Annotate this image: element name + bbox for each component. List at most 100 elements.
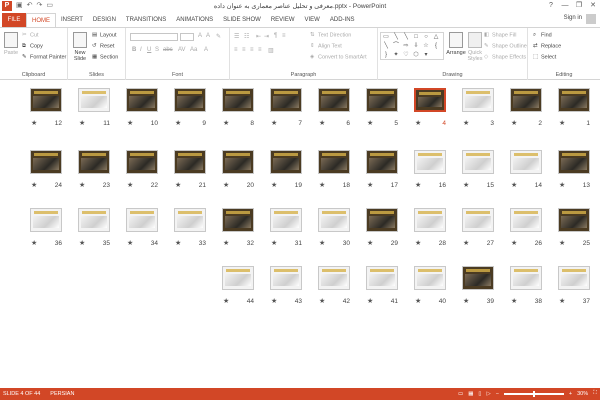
- shape-curve-icon[interactable]: ⌒: [391, 42, 401, 51]
- columns-icon[interactable]: ▥: [268, 47, 274, 54]
- new-slide-button[interactable]: New Slide: [71, 32, 89, 62]
- shape-triangle-icon[interactable]: △: [431, 33, 441, 42]
- slide-thumbnail[interactable]: [462, 88, 494, 112]
- tab-insert[interactable]: INSERT: [56, 13, 88, 27]
- slide-transition-icon[interactable]: ★: [127, 119, 133, 127]
- shape-outline-button[interactable]: ✎ Shape Outline: [484, 43, 527, 49]
- slide-transition-icon[interactable]: ★: [367, 119, 373, 127]
- align-text-button[interactable]: ⇕ Align Text: [310, 43, 342, 49]
- cut-button[interactable]: ✂ Cut: [22, 32, 39, 38]
- slide-transition-icon[interactable]: ★: [223, 297, 229, 305]
- reading-view-icon[interactable]: ▯: [478, 391, 481, 397]
- align-left-icon[interactable]: ≡: [234, 47, 238, 53]
- tab-design[interactable]: DESIGN: [88, 13, 121, 27]
- align-center-icon[interactable]: ≡: [242, 47, 246, 53]
- slide-transition-icon[interactable]: ★: [271, 181, 277, 189]
- slide-thumbnail[interactable]: [78, 208, 110, 232]
- normal-view-icon[interactable]: ▭: [458, 391, 463, 397]
- slide-thumbnail[interactable]: [510, 266, 542, 290]
- slide-thumbnail[interactable]: [222, 150, 254, 174]
- slide-transition-icon[interactable]: ★: [175, 119, 181, 127]
- shape-fill-button[interactable]: ◧ Shape Fill: [484, 32, 516, 38]
- slide-transition-icon[interactable]: ★: [463, 239, 469, 247]
- change-case-icon[interactable]: Aa: [190, 47, 197, 53]
- slide-transition-icon[interactable]: ★: [511, 297, 517, 305]
- tab-transitions[interactable]: TRANSITIONS: [121, 13, 171, 27]
- shape-star2-icon[interactable]: ✦: [391, 51, 401, 60]
- slide-transition-icon[interactable]: ★: [319, 239, 325, 247]
- slide-thumbnail[interactable]: [414, 150, 446, 174]
- slide-thumbnail[interactable]: [318, 88, 350, 112]
- slide-transition-icon[interactable]: ★: [127, 239, 133, 247]
- slide-thumbnail[interactable]: [366, 208, 398, 232]
- shapes-gallery[interactable]: ▭ ╲ ╲ □ ○ △ ╲ ⌒ ⇨ ⇩ ☆ { } ✦ ♡ ⬡ ▾: [380, 32, 444, 60]
- language-indicator[interactable]: PERSIAN: [50, 391, 74, 397]
- shape-rect-icon[interactable]: □: [411, 33, 421, 42]
- slide-transition-icon[interactable]: ★: [511, 181, 517, 189]
- slide-transition-icon[interactable]: ★: [463, 181, 469, 189]
- spacing-icon[interactable]: AV: [178, 47, 186, 53]
- shape-textbox-icon[interactable]: ▭: [381, 33, 391, 42]
- slide-transition-icon[interactable]: ★: [415, 239, 421, 247]
- slide-transition-icon[interactable]: ★: [31, 119, 37, 127]
- shape-brace-icon[interactable]: {: [431, 42, 441, 51]
- help-button[interactable]: ?: [544, 0, 558, 12]
- tab-view[interactable]: VIEW: [300, 13, 325, 27]
- slide-thumbnail[interactable]: [414, 208, 446, 232]
- shape-hex-icon[interactable]: ⬡: [411, 51, 421, 60]
- slide-transition-icon[interactable]: ★: [79, 239, 85, 247]
- restore-button[interactable]: ❐: [572, 0, 586, 12]
- slide-transition-icon[interactable]: ★: [559, 119, 565, 127]
- slide-thumbnail[interactable]: [126, 88, 158, 112]
- tab-add-ins[interactable]: ADD-INS: [325, 13, 360, 27]
- shrink-font-icon[interactable]: A: [206, 33, 210, 39]
- shape-effects-button[interactable]: ◇ Shape Effects: [484, 54, 526, 60]
- slide-transition-icon[interactable]: ★: [31, 239, 37, 247]
- shape-line3-icon[interactable]: ╲: [381, 42, 391, 51]
- shape-line-icon[interactable]: ╲: [391, 33, 401, 42]
- slide-transition-icon[interactable]: ★: [127, 181, 133, 189]
- slide-thumbnail[interactable]: [510, 208, 542, 232]
- sorter-view-icon[interactable]: ▦: [468, 391, 473, 397]
- slide-transition-icon[interactable]: ★: [223, 239, 229, 247]
- text-direction-button[interactable]: ⇅ Text Direction: [310, 32, 351, 38]
- slide-transition-icon[interactable]: ★: [319, 181, 325, 189]
- slide-thumbnail[interactable]: [558, 150, 590, 174]
- bold-icon[interactable]: B: [132, 47, 136, 53]
- slide-transition-icon[interactable]: ★: [415, 119, 421, 127]
- slide-transition-icon[interactable]: ★: [223, 181, 229, 189]
- slide-thumbnail[interactable]: [222, 208, 254, 232]
- line-spacing-icon[interactable]: ≡: [282, 33, 286, 39]
- shape-brace2-icon[interactable]: }: [381, 51, 391, 60]
- slideshow-view-icon[interactable]: ▷: [486, 391, 490, 397]
- shape-arrow2-icon[interactable]: ⇩: [411, 42, 421, 51]
- slide-transition-icon[interactable]: ★: [463, 119, 469, 127]
- slide-thumbnail[interactable]: [174, 150, 206, 174]
- slide-thumbnail[interactable]: [318, 266, 350, 290]
- slide-thumbnail[interactable]: [318, 208, 350, 232]
- zoom-knob[interactable]: [532, 390, 535, 397]
- paste-button[interactable]: Paste: [3, 32, 19, 56]
- slide-thumbnail[interactable]: [558, 266, 590, 290]
- underline-icon[interactable]: U: [147, 47, 151, 53]
- format-painter-button[interactable]: ✎ Format Painter: [22, 54, 66, 60]
- tab-slide-show[interactable]: SLIDE SHOW: [218, 13, 266, 27]
- bullets-icon[interactable]: ☰: [234, 33, 239, 40]
- italic-icon[interactable]: I: [140, 47, 142, 53]
- slide-transition-icon[interactable]: ★: [559, 239, 565, 247]
- section-button[interactable]: ▦ Section: [92, 54, 118, 60]
- replace-button[interactable]: ⇄ Replace: [533, 43, 561, 49]
- slide-transition-icon[interactable]: ★: [367, 239, 373, 247]
- zoom-in-icon[interactable]: +: [569, 391, 572, 397]
- slide-thumbnail[interactable]: [318, 150, 350, 174]
- shape-star-icon[interactable]: ☆: [421, 42, 431, 51]
- slide-transition-icon[interactable]: ★: [463, 297, 469, 305]
- layout-button[interactable]: ▤ Layout: [92, 32, 117, 38]
- slide-transition-icon[interactable]: ★: [79, 181, 85, 189]
- tab-review[interactable]: REVIEW: [266, 13, 300, 27]
- slide-thumbnail[interactable]: [558, 88, 590, 112]
- slide-thumbnail[interactable]: [366, 150, 398, 174]
- slide-thumbnail[interactable]: [30, 88, 62, 112]
- select-button[interactable]: ⬚ Select: [533, 54, 556, 60]
- slide-thumbnail[interactable]: [366, 88, 398, 112]
